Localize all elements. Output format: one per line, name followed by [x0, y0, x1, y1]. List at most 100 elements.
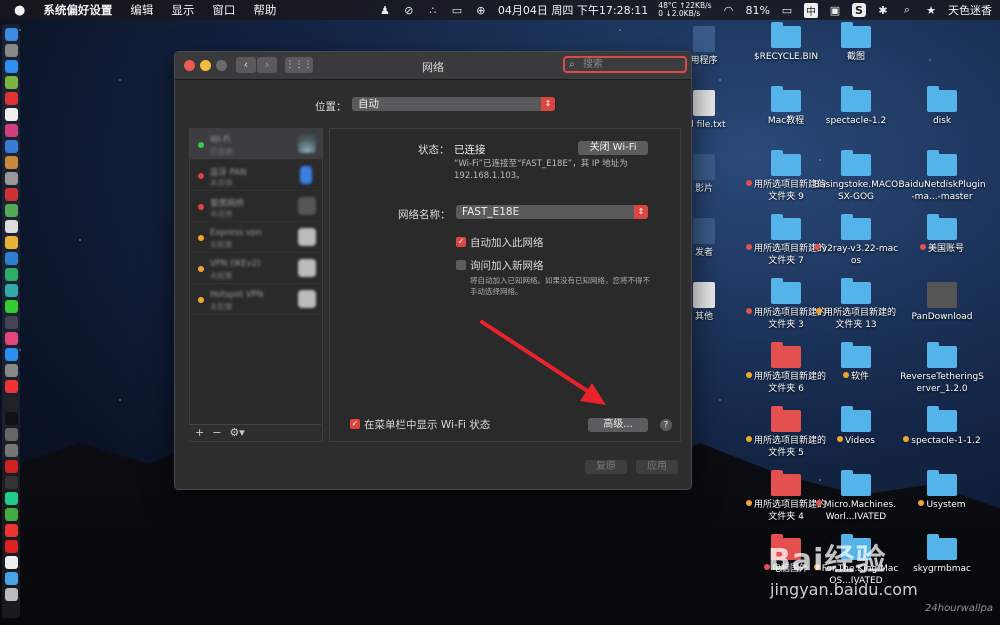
appstore-icon[interactable] — [4, 348, 18, 361]
app-icon-blue[interactable] — [4, 252, 18, 265]
network-name-select[interactable]: FAST_E18E ⇕ — [456, 205, 648, 219]
app-icon-gray3[interactable] — [4, 428, 18, 441]
turn-off-wifi-button[interactable]: 关闭 Wi-Fi — [578, 141, 648, 155]
globe-icon[interactable]: ⊕ — [474, 3, 488, 17]
menu-app[interactable]: 系统偏好设置 — [43, 2, 112, 18]
service-item-bridge[interactable]: 雷雳网桥 未连接 — [190, 191, 322, 222]
app-icon-teal[interactable] — [4, 284, 18, 297]
wechat-icon[interactable] — [4, 268, 18, 281]
remove-service-button[interactable]: − — [212, 426, 221, 439]
advanced-button[interactable]: 高级... — [588, 418, 648, 432]
vivaldi-icon[interactable] — [4, 380, 18, 393]
battery-percent[interactable]: 81% — [746, 4, 770, 17]
app-icon-gray[interactable] — [4, 172, 18, 185]
star-icon[interactable]: ★ — [924, 3, 938, 17]
folder-icon — [771, 278, 801, 304]
desktop-icon[interactable]: 软件 — [812, 342, 900, 384]
menu-edit[interactable]: 编辑 — [130, 2, 153, 18]
desktop-icon[interactable]: Usystem — [898, 470, 986, 512]
android-icon[interactable] — [4, 76, 18, 89]
compass-icon[interactable]: ⊘ — [402, 3, 416, 17]
desktop-icon[interactable]: BaiduNetdiskPlugin-ma...-master — [898, 150, 986, 203]
app-icon-red2[interactable] — [4, 188, 18, 201]
service-item-vpn2[interactable]: VPN (IKEv2) 未配置 — [190, 253, 322, 284]
desktop-icon[interactable]: spectacle-1-1.2 — [898, 406, 986, 448]
folder-icon[interactable] — [4, 572, 18, 585]
apple-icon[interactable]: ● — [14, 3, 25, 18]
xcode-icon[interactable] — [4, 140, 18, 153]
auto-join-checkbox[interactable]: ✓ — [456, 237, 466, 247]
app-icon-green2[interactable] — [4, 492, 18, 505]
ask-join-checkbox[interactable] — [456, 260, 466, 270]
search-icon[interactable]: ⌕ — [900, 3, 914, 17]
input-method[interactable]: 中 — [804, 2, 818, 18]
menu-date[interactable]: 04月04日 周四 下午17:28:11 — [498, 2, 648, 18]
search-field[interactable]: ⌕ 搜索 — [563, 56, 687, 73]
menu-help[interactable]: 帮助 — [253, 2, 276, 18]
battery-icon[interactable]: ▭ — [780, 3, 794, 17]
app-icon-pink[interactable] — [4, 124, 18, 137]
music-icon[interactable] — [4, 332, 18, 345]
app-icon-dark2[interactable] — [4, 476, 18, 489]
desktop-icon[interactable]: v2ray-v3.22-macos — [812, 214, 900, 267]
app-icon-gray4[interactable] — [4, 444, 18, 457]
tag-dot — [837, 436, 844, 442]
safari-icon[interactable] — [4, 60, 18, 73]
user-name[interactable]: 天色迷香 — [948, 2, 992, 18]
cast-icon[interactable]: ▣ — [828, 3, 842, 17]
app-icon-red3[interactable] — [4, 540, 18, 553]
desktop-icon[interactable]: 美国账号 — [898, 214, 986, 256]
chrome-icon[interactable] — [4, 236, 18, 249]
finder-icon[interactable] — [4, 28, 18, 41]
app-icon-gray2[interactable] — [4, 364, 18, 377]
desktop-icon[interactable]: Videos — [812, 406, 900, 448]
revert-button[interactable]: 复原 — [585, 460, 627, 474]
launchpad-icon[interactable] — [4, 44, 18, 57]
service-item-bluetooth[interactable]: 蓝牙 PAN 未连接 — [190, 160, 322, 191]
desktop-icon[interactable]: ReverseTetheringServer_1.2.0 — [898, 342, 986, 395]
vpn-icon[interactable] — [4, 460, 18, 473]
desktop-icon[interactable]: skygrmbmac — [898, 534, 986, 576]
desktop-icon[interactable]: 截图 — [812, 22, 900, 64]
app-icon-dark[interactable] — [4, 316, 18, 329]
gear-icon[interactable]: ⚙▾ — [229, 426, 244, 439]
share-icon[interactable]: ∴ — [426, 3, 440, 17]
location-select[interactable]: 自动 ⇕ — [352, 97, 555, 111]
trash-icon[interactable] — [4, 588, 18, 601]
service-item-vpn1[interactable]: Express vpn 未配置 — [190, 222, 322, 253]
desktop-icon-text: Usystem — [926, 500, 966, 510]
weibo-icon[interactable] — [4, 524, 18, 537]
menu-window[interactable]: 窗口 — [212, 2, 235, 18]
desktop-icon[interactable]: Basingstoke.MACOSX-GOG — [812, 150, 900, 203]
help-button[interactable]: ? — [660, 419, 672, 431]
desktop-icon[interactable]: PanDownload — [898, 282, 986, 324]
app-icon-green[interactable] — [4, 204, 18, 217]
add-service-button[interactable]: + — [195, 426, 204, 439]
location-label: 位置： — [315, 101, 347, 113]
desktop-icon[interactable]: 用所选项目新建的文件夹 13 — [812, 278, 900, 331]
desktop-icon[interactable]: disk — [898, 86, 986, 128]
desktop-icon[interactable]: spectacle-1.2 — [812, 86, 900, 128]
display-icon[interactable]: ▭ — [450, 3, 464, 17]
numbers-icon[interactable] — [4, 300, 18, 313]
folder-icon — [927, 470, 957, 496]
apply-button[interactable]: 应用 — [636, 460, 678, 474]
app-icon-orange[interactable] — [4, 156, 18, 169]
service-item-wifi[interactable]: Wi-Fi 已连接 — [190, 129, 322, 160]
terminal-icon[interactable] — [4, 412, 18, 425]
document-icon[interactable] — [4, 556, 18, 569]
net-speed[interactable]: 48°C ↑22KB/s 0 ↓2.0KB/s — [658, 2, 711, 18]
app-icon-white[interactable] — [4, 220, 18, 233]
qq-icon[interactable]: ♟ — [378, 3, 392, 17]
app-icon-black[interactable] — [4, 396, 18, 409]
wifi-icon[interactable]: ◠ — [722, 3, 736, 17]
bluetooth-icon[interactable]: ✱ — [876, 3, 890, 17]
s-icon[interactable]: S — [852, 3, 866, 17]
menu-view[interactable]: 显示 — [171, 2, 194, 18]
calendar-icon[interactable] — [4, 108, 18, 121]
service-item-vpn3[interactable]: Hotspot VPN 未配置 — [190, 284, 322, 315]
desktop-icon[interactable]: Micro.Machines.Worl...IVATED — [812, 470, 900, 523]
show-wifi-status-checkbox[interactable]: ✓ — [350, 419, 360, 429]
app-icon-green3[interactable] — [4, 508, 18, 521]
app-icon-red[interactable] — [4, 92, 18, 105]
